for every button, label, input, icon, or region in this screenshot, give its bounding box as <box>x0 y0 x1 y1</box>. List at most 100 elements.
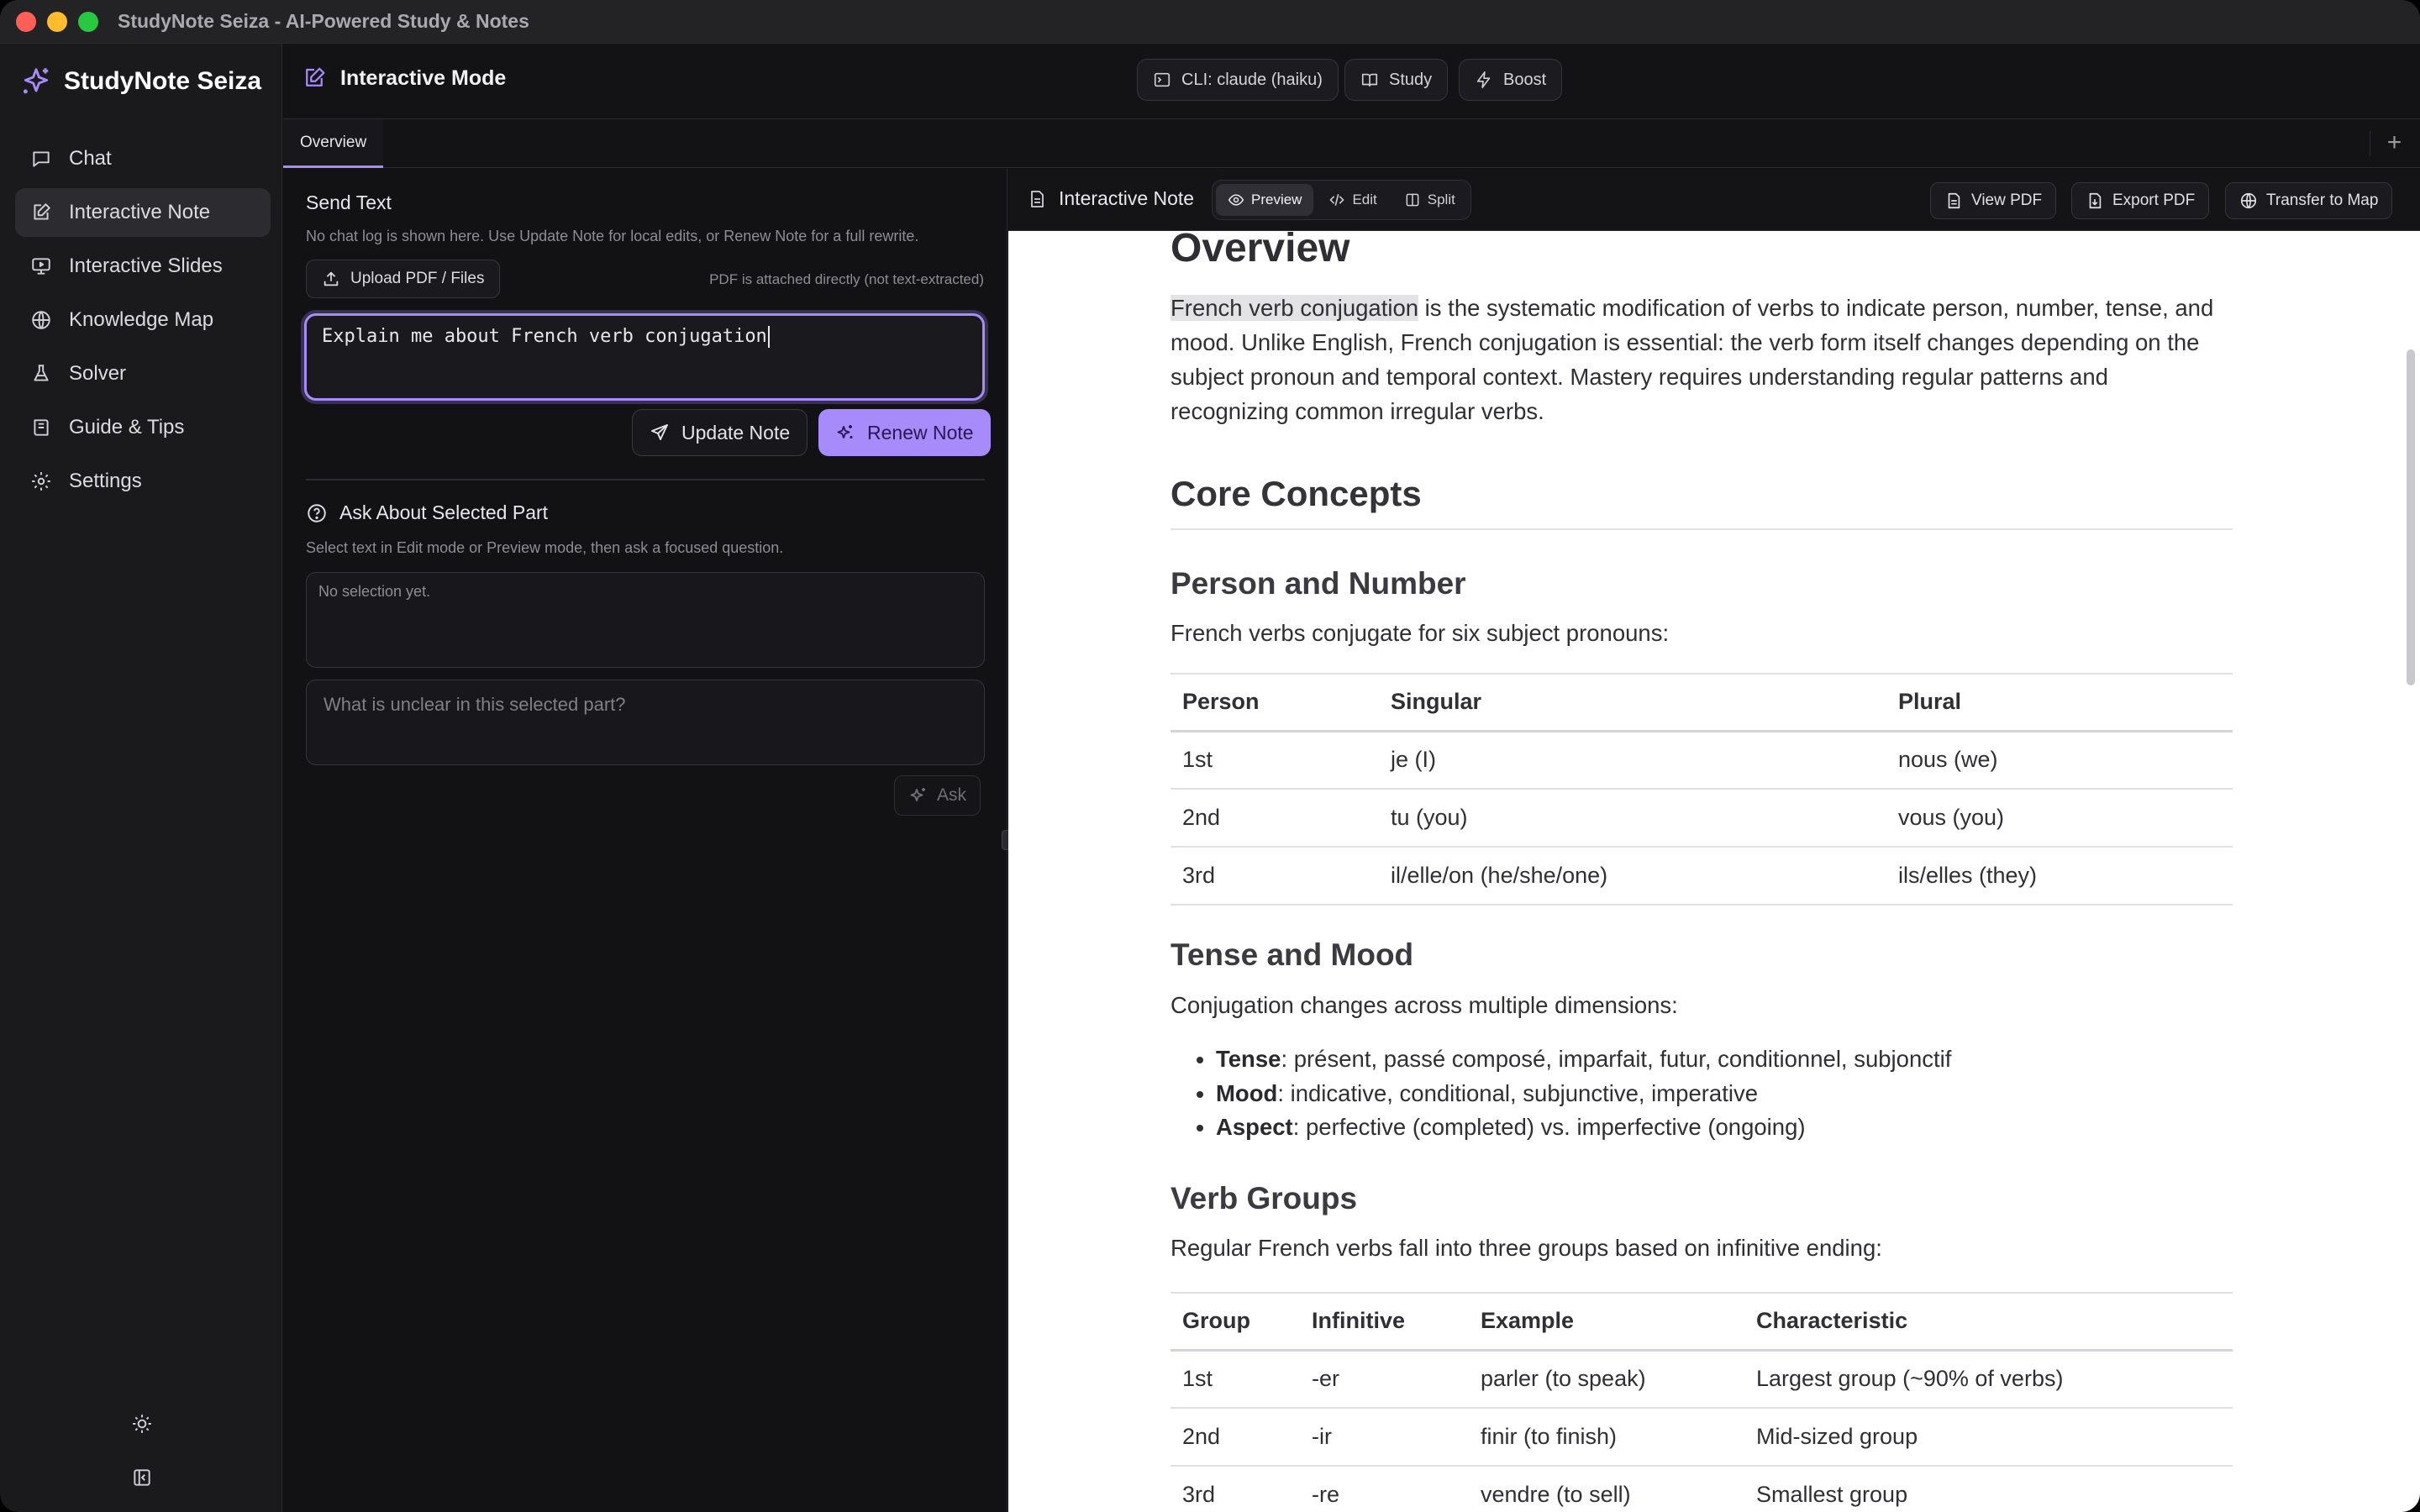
sidebar-item-label: Chat <box>69 147 112 170</box>
book-icon <box>34 419 49 436</box>
split-mode-button[interactable]: Split <box>1392 184 1467 216</box>
cli-model-label: CLI: claude (haiku) <box>1181 70 1323 89</box>
note-document: Overview French verb conjugation is the … <box>1008 232 2420 1512</box>
edit-mode-button[interactable]: Edit <box>1317 184 1388 216</box>
selected-highlight[interactable]: French verb conjugation <box>1171 295 1419 321</box>
person-intro: French verbs conjugate for six subject p… <box>1171 620 1670 646</box>
update-note-label: Update Note <box>681 421 791 444</box>
heading-verb-groups: Verb Groups <box>1171 1181 1358 1215</box>
view-pdf-label: View PDF <box>1971 192 2043 209</box>
bullet-term: Tense <box>1216 1046 1281 1072</box>
sidebar-item-label: Interactive Slides <box>69 255 223 277</box>
brand: StudyNote Seiza <box>20 66 261 97</box>
sidebar-item-guide-tips[interactable]: Guide & Tips <box>15 403 271 452</box>
table-row: 1st je (I) nous (we) <box>1171 731 2233 790</box>
sidebar-item-label: Settings <box>69 470 142 492</box>
sidebar-item-knowledge-map[interactable]: Knowledge Map <box>15 296 271 344</box>
send-text-value: Explain me about French verb conjugation <box>322 326 767 347</box>
heading-person-number: Person and Number <box>1171 566 1466 601</box>
split-view-icon <box>1406 193 1419 207</box>
view-pdf-button[interactable]: View PDF <box>1930 182 2057 219</box>
table-cell: 1st <box>1171 731 1379 790</box>
renew-note-label: Renew Note <box>867 421 974 444</box>
groups-intro: Regular French verbs fall into three gro… <box>1171 1235 1882 1261</box>
export-document-icon <box>2089 192 2102 209</box>
table-row: 3rd il/elle/on (he/she/one) ils/elles (t… <box>1171 847 2233 906</box>
tab-bar: Overview + <box>283 119 2420 168</box>
zoom-window-button[interactable] <box>78 12 98 32</box>
transfer-to-map-label: Transfer to Map <box>2266 192 2379 209</box>
sidebar-item-solver[interactable]: Solver <box>15 349 271 398</box>
upload-files-button[interactable]: Upload PDF / Files <box>306 260 501 298</box>
pdf-attach-note: PDF is attached directly (not text-extra… <box>709 271 984 287</box>
add-tab-button[interactable]: + <box>2370 130 2408 156</box>
update-note-button[interactable]: Update Note <box>632 409 808 456</box>
sidebar-item-chat[interactable]: Chat <box>15 134 271 183</box>
send-icon <box>651 424 668 440</box>
flask-icon <box>34 365 49 381</box>
sidebar-item-settings[interactable]: Settings <box>15 457 271 506</box>
document-scrollbar[interactable] <box>2407 349 2415 685</box>
question-placeholder: What is unclear in this selected part? <box>324 694 626 715</box>
terminal-icon <box>1154 72 1171 87</box>
note-edit-icon <box>34 203 50 220</box>
note-viewer-panel: Interactive Note Preview Edit Split View… <box>1008 169 2420 1512</box>
sparkle-logo-icon <box>23 68 49 94</box>
table-header-row: Person Singular Plural <box>1171 673 2233 732</box>
cli-model-button[interactable]: CLI: claude (haiku) <box>1137 59 1339 101</box>
preview-mode-button[interactable]: Preview <box>1216 184 1314 216</box>
minimize-window-button[interactable] <box>47 12 67 32</box>
person-table: Person Singular Plural 1st je (I) nous (… <box>1171 673 2233 906</box>
section-divider <box>306 479 985 480</box>
sparkles-icon <box>837 425 853 438</box>
sidebar-item-label: Solver <box>69 362 127 385</box>
table-cell: Largest group (~90% of verbs) <box>1744 1350 2233 1409</box>
ask-section-title: Ask About Selected Part <box>339 501 549 523</box>
preview-mode-label: Preview <box>1251 192 1302 207</box>
send-text-input[interactable]: Explain me about French verb conjugation <box>304 313 985 401</box>
ask-section-header: Ask About Selected Part <box>306 501 548 524</box>
app-header: Interactive Mode CLI: claude (haiku) Stu… <box>283 44 2420 119</box>
window-title: StudyNote Seiza - AI-Powered Study & Not… <box>118 10 529 32</box>
close-window-button[interactable] <box>16 12 36 32</box>
document-icon <box>1031 190 1044 207</box>
brand-name: StudyNote Seiza <box>64 67 262 95</box>
bullet-term: Mood <box>1216 1079 1278 1106</box>
table-cell: 3rd <box>1171 1466 1300 1512</box>
table-cell: tu (you) <box>1379 789 1886 848</box>
study-label: Study <box>1389 70 1433 89</box>
sidebar-item-interactive-slides[interactable]: Interactive Slides <box>15 242 271 291</box>
ask-button[interactable]: Ask <box>894 775 981 816</box>
split-mode-label: Split <box>1427 192 1455 207</box>
study-button[interactable]: Study <box>1344 59 1449 101</box>
table-header-cell: Singular <box>1379 673 1886 732</box>
theme-toggle-sun-icon[interactable] <box>131 1413 153 1435</box>
table-header-cell: Example <box>1469 1292 1744 1352</box>
sidebar-item-label: Interactive Note <box>69 201 211 223</box>
note-toolbar: Interactive Note Preview Edit Split View… <box>1008 169 2420 231</box>
sparkles-icon <box>910 788 925 801</box>
sidebar-item-interactive-note[interactable]: Interactive Note <box>15 188 271 237</box>
table-row: 1st -er parler (to speak) Largest group … <box>1171 1350 2233 1409</box>
export-pdf-label: Export PDF <box>2112 192 2196 209</box>
table-row: 2nd tu (you) vous (you) <box>1171 789 2233 848</box>
boost-button[interactable]: Boost <box>1459 59 1563 101</box>
bullet-text: : présent, passé composé, imparfait, fut… <box>1281 1046 1952 1072</box>
send-text-title: Send Text <box>306 192 392 213</box>
renew-note-button[interactable]: Renew Note <box>818 409 991 456</box>
transfer-to-map-button[interactable]: Transfer to Map <box>2225 182 2393 219</box>
table-cell: Mid-sized group <box>1744 1408 2233 1467</box>
tab-overview[interactable]: Overview <box>283 119 384 168</box>
tense-bullet-list: Tense: présent, passé composé, imparfait… <box>1216 1042 1951 1145</box>
selected-text-value: No selection yet. <box>318 583 431 600</box>
note-name: Interactive Note <box>1027 187 1194 210</box>
question-input[interactable]: What is unclear in this selected part? <box>306 680 985 765</box>
selected-text-box: No selection yet. <box>306 572 985 668</box>
collapse-sidebar-icon[interactable] <box>131 1467 153 1488</box>
code-icon <box>1329 194 1345 206</box>
table-cell: 2nd <box>1171 789 1379 848</box>
export-pdf-button[interactable]: Export PDF <box>2071 182 2210 219</box>
table-cell: -re <box>1300 1466 1469 1512</box>
list-item: Mood: indicative, conditional, subjuncti… <box>1216 1077 1951 1111</box>
help-circle-icon <box>308 503 326 522</box>
